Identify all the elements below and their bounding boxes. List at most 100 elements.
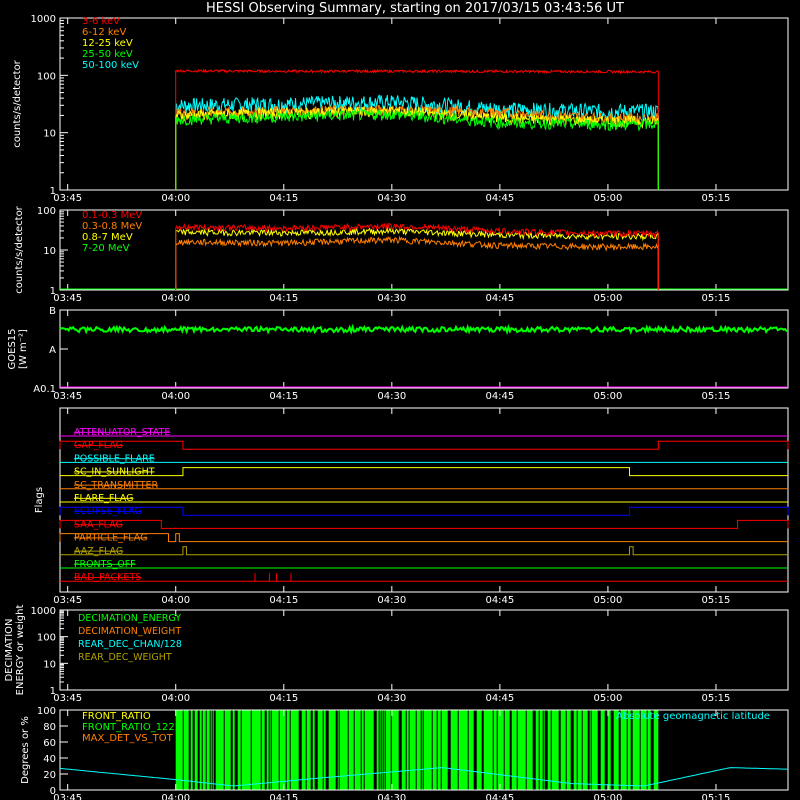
front-ratio-1225-bar (468, 710, 474, 790)
x-tick-label: 04:15 (269, 793, 298, 800)
y-axis-label: DECIMATION (4, 618, 15, 681)
front-ratio-1225-bar (339, 710, 348, 790)
x-tick-label: 05:15 (702, 391, 731, 402)
x-tick-label: 04:15 (269, 595, 298, 606)
front-ratio-1225-bar (391, 710, 399, 790)
front-ratio-1225-bar (190, 710, 193, 790)
y-tick-label: 100 (37, 633, 56, 644)
x-tick-label: 04:30 (377, 193, 406, 204)
y-tick-label: 10 (43, 246, 56, 257)
y-tick-label: 1000 (31, 14, 56, 25)
front-ratio-1225-bar (266, 710, 269, 790)
y-axis-label: counts/s/detector (14, 205, 25, 293)
front-ratio-1225-bar (535, 710, 539, 790)
x-tick-label: 03:45 (53, 693, 82, 704)
y-tick-label: 1 (50, 286, 56, 297)
x-tick-label: 03:45 (53, 293, 82, 304)
front-ratio-1225-bar (215, 710, 224, 790)
x-tick-label: 05:15 (702, 293, 731, 304)
front-ratio-1225-bar (560, 710, 566, 790)
legend-entry: FRONT_RATIO_1225 (82, 722, 181, 733)
legend-entry: 0.1-0.3 MeV (82, 210, 142, 221)
front-ratio-1225-bar (354, 710, 361, 790)
x-tick-label: 05:00 (594, 391, 623, 402)
y-tick-label: 10 (43, 129, 56, 140)
front-ratio-1225-bar (511, 710, 517, 790)
front-ratio-1225-bar (348, 710, 354, 790)
legend-entry: 0.8-7 MeV (82, 232, 133, 243)
hessi-summary-plot: HESSI Observing Summary, starting on 201… (0, 0, 800, 800)
front-ratio-1225-bar (582, 710, 588, 790)
x-tick-label: 04:30 (377, 793, 406, 800)
front-ratio-1225-bar (364, 710, 374, 790)
legend-entry: REAR_DEC_CHAN/128 (78, 639, 182, 650)
front-ratio-1225-bar (328, 710, 336, 790)
legend-entry: DECIMATION_WEIGHT (78, 626, 181, 637)
front-ratio-1225-bar (497, 710, 504, 790)
front-ratio-1225-bar (261, 710, 265, 790)
y-tick-label: A (49, 345, 56, 356)
x-tick-label: 05:00 (594, 193, 623, 204)
x-tick-label: 05:15 (702, 793, 731, 800)
x-tick-label: 03:45 (53, 193, 82, 204)
y-axis-label: Flags (34, 487, 45, 513)
front-ratio-1225-bar (458, 710, 468, 790)
x-tick-label: 03:45 (53, 793, 82, 800)
front-ratio-1225-bar (381, 710, 383, 790)
front-ratio-1225-bar (232, 710, 235, 790)
x-tick-label: 04:00 (161, 693, 190, 704)
legend-entry: 0.3-0.8 MeV (82, 221, 142, 232)
front-ratio-1225-bar (437, 710, 441, 790)
x-tick-label: 04:45 (485, 293, 514, 304)
front-ratio-1225-bar (416, 710, 421, 790)
x-tick-label: 04:30 (377, 595, 406, 606)
x-tick-label: 05:00 (594, 793, 623, 800)
x-tick-label: 04:15 (269, 693, 298, 704)
legend-entry: 25-50 keV (82, 49, 133, 60)
y-tick-label: 100 (37, 206, 56, 217)
x-tick-label: 03:45 (53, 391, 82, 402)
front-ratio-1225-bar (202, 710, 206, 790)
y-tick-label: 40 (43, 754, 56, 765)
front-ratio-1225-bar (199, 710, 202, 790)
x-tick-label: 04:45 (485, 693, 514, 704)
legend-entry: 6-12 keV (82, 27, 126, 38)
legend-entry: DECIMATION_ENERGY (78, 613, 181, 624)
front-ratio-1225-bar (573, 710, 577, 790)
front-ratio-1225-bar (271, 710, 279, 790)
front-ratio-1225-bar (301, 710, 306, 790)
front-ratio-1225-bar (183, 710, 189, 790)
front-ratio-1225-bar (406, 710, 409, 790)
y-axis-label: GOES15 (7, 328, 18, 369)
front-ratio-1225-bar (376, 710, 379, 790)
front-ratio-1225-bar (613, 710, 619, 790)
y-axis-label: counts/s/detector (12, 59, 23, 147)
y-tick-label: A0.1 (33, 384, 56, 395)
front-ratio-1225-bar (206, 710, 210, 790)
front-ratio-1225-bar (379, 710, 381, 790)
front-ratio-1225-bar (409, 710, 416, 790)
x-tick-label: 04:00 (161, 793, 190, 800)
front-ratio-1225-bar (441, 710, 448, 790)
chart-title: HESSI Observing Summary, starting on 201… (206, 1, 624, 16)
front-ratio-1225-bar (547, 710, 551, 790)
y-tick-label: 60 (43, 738, 56, 749)
x-tick-label: 04:00 (161, 193, 190, 204)
front-ratio-1225-bar (653, 710, 659, 790)
y-tick-label: 0 (50, 786, 56, 797)
front-ratio-1225-bar (312, 710, 315, 790)
front-ratio-1225-bar (224, 710, 231, 790)
flag-label: SAA_FLAG (74, 519, 123, 530)
front-ratio-1225-bar (237, 710, 241, 790)
x-tick-label: 04:30 (377, 391, 406, 402)
front-ratio-1225-bar (306, 710, 311, 790)
front-ratio-1225-bar (589, 710, 591, 790)
x-tick-label: 05:15 (702, 693, 731, 704)
x-tick-label: 04:15 (269, 193, 298, 204)
x-tick-label: 04:45 (485, 793, 514, 800)
x-tick-label: 05:00 (594, 693, 623, 704)
front-ratio-1225-bar (423, 710, 432, 790)
front-ratio-1225-bar (600, 710, 605, 790)
x-tick-label: 04:00 (161, 595, 190, 606)
x-tick-label: 05:00 (594, 595, 623, 606)
